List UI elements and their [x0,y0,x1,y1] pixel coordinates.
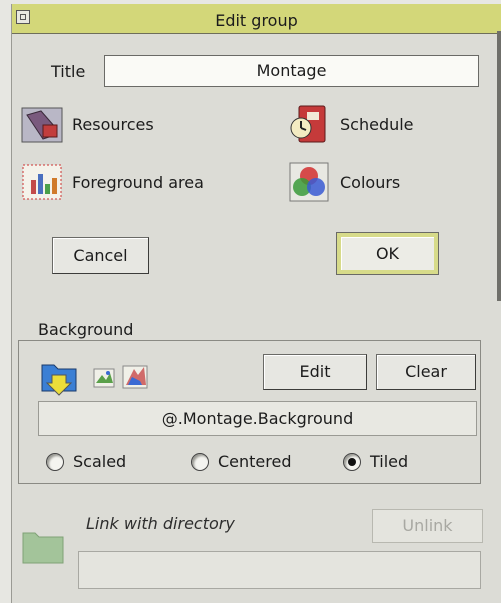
colours-icon [289,162,329,202]
unlink-button[interactable]: Unlink [372,509,483,543]
schedule-clock-icon [290,105,326,143]
scaled-label: Scaled [73,452,127,471]
sprite-file-icon[interactable] [93,368,117,390]
edit-button[interactable]: Edit [263,354,367,390]
title-bar[interactable]: Edit group [12,4,501,34]
background-frame-title: Background [34,320,138,339]
centered-label: Centered [218,452,292,471]
link-with-directory-label: Link with directory [86,514,235,533]
resources-label: Resources [72,115,154,134]
cancel-button[interactable]: Cancel [52,237,149,274]
title-field[interactable]: Montage [104,55,479,87]
directory-folder-icon[interactable] [21,527,67,567]
background-path-field[interactable]: @.Montage.Background [38,401,477,436]
colours-label: Colours [340,173,401,192]
window-title: Edit group [215,11,298,30]
scaled-radio[interactable] [46,453,64,471]
ok-button[interactable]: OK [336,232,439,275]
image-file-icon[interactable] [122,365,152,391]
resources-icon [21,107,63,143]
foreground-area-icon [22,164,62,200]
tiled-label: Tiled [370,452,409,471]
foreground-area-label: Foreground area [72,173,204,192]
title-label: Title [51,62,86,81]
centered-radio[interactable] [191,453,209,471]
directory-field[interactable] [78,551,481,589]
schedule-label: Schedule [340,115,414,134]
scrollbar[interactable] [497,31,501,301]
folder-drop-icon[interactable] [40,357,88,399]
tiled-radio[interactable] [343,453,361,471]
clear-button[interactable]: Clear [376,354,476,390]
